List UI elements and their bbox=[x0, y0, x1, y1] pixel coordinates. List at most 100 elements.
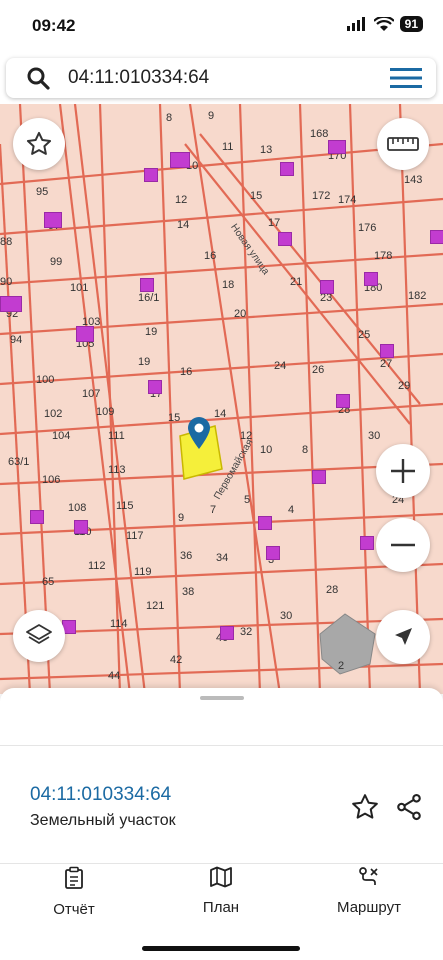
plot-label: 32 bbox=[240, 626, 253, 638]
plot-label: 178 bbox=[374, 250, 393, 262]
plot-label: 24 bbox=[274, 360, 287, 372]
plot-label: 100 bbox=[36, 374, 55, 386]
location-pin-icon[interactable] bbox=[186, 416, 212, 450]
ruler-button[interactable] bbox=[377, 118, 429, 170]
plot-label: 17 bbox=[268, 217, 281, 229]
plot-label: 15 bbox=[168, 412, 181, 424]
menu-icon[interactable] bbox=[390, 67, 422, 89]
plot-label: 4 bbox=[288, 504, 295, 516]
navigation-arrow-icon bbox=[395, 628, 412, 645]
plot-label: 174 bbox=[338, 194, 357, 206]
home-indicator[interactable] bbox=[142, 946, 300, 951]
search-icon[interactable] bbox=[26, 66, 50, 90]
nav-report-label: Отчёт bbox=[53, 901, 95, 918]
plot-label: 176 bbox=[358, 222, 377, 234]
building bbox=[140, 278, 154, 292]
share-icon[interactable] bbox=[394, 792, 424, 822]
nav-route[interactable]: Маршрут bbox=[309, 866, 429, 916]
building bbox=[76, 326, 94, 342]
building bbox=[336, 394, 350, 408]
plot-label: 13 bbox=[260, 144, 273, 156]
favorite-star-icon[interactable] bbox=[350, 792, 380, 822]
plot-label: 115 bbox=[116, 500, 134, 512]
plot-label: 16 bbox=[204, 250, 217, 262]
plot-label: 65 bbox=[42, 576, 55, 588]
nav-plan-label: План bbox=[202, 899, 240, 916]
ruler-icon bbox=[387, 137, 419, 151]
plot-label: 9 bbox=[178, 512, 185, 524]
parcel-type: Земельный участок bbox=[30, 812, 176, 829]
plot-label: 182 bbox=[408, 290, 427, 302]
search-bar[interactable]: 04:11:010334:64 bbox=[6, 58, 436, 98]
plot-label: 102 bbox=[44, 408, 63, 420]
plot-label: 38 bbox=[182, 586, 195, 598]
plot-label: 113 bbox=[108, 464, 126, 476]
building bbox=[266, 546, 280, 560]
building bbox=[328, 140, 346, 154]
plot-label: 101 bbox=[70, 282, 89, 294]
plot-label: 11 bbox=[222, 141, 234, 153]
search-input[interactable]: 04:11:010334:64 bbox=[68, 67, 209, 89]
plot-label: 25 bbox=[358, 329, 371, 341]
plot-label: 99 bbox=[50, 256, 63, 268]
cadastral-map[interactable]: Новая улица Первомайская 8 9 11 13 168 1… bbox=[0, 104, 443, 694]
plot-label: 26 bbox=[312, 364, 325, 376]
plot-label: 106 bbox=[42, 474, 61, 486]
status-time: 09:42 bbox=[32, 16, 76, 35]
plot-label: 121 bbox=[146, 600, 165, 612]
status-icons: 91 bbox=[346, 16, 423, 32]
plot-label: 42 bbox=[170, 654, 183, 666]
nav-plan[interactable]: План bbox=[161, 866, 281, 916]
plot-label: 7 bbox=[210, 504, 217, 516]
plot-label: 14 bbox=[214, 408, 227, 420]
zoom-out-button[interactable] bbox=[376, 518, 430, 572]
plus-icon bbox=[391, 459, 415, 483]
my-location-button[interactable] bbox=[376, 610, 430, 664]
plot-label: 14 bbox=[177, 219, 190, 231]
plot-label: 12 bbox=[175, 194, 188, 206]
plot-label: 34 bbox=[216, 552, 229, 564]
parcel-info-sheet[interactable]: 04:11:010334:64 Земельный участок Отчёт … bbox=[0, 688, 443, 960]
cadastral-number: 04:11:010334:64 bbox=[30, 784, 172, 805]
sheet-drag-handle[interactable] bbox=[200, 696, 244, 700]
building bbox=[258, 516, 272, 530]
plot-label: 21 bbox=[290, 276, 303, 288]
nav-report[interactable]: Отчёт bbox=[14, 866, 134, 918]
building bbox=[148, 380, 162, 394]
star-icon bbox=[26, 131, 52, 155]
minus-icon bbox=[391, 543, 415, 547]
plot-label: 143 bbox=[404, 174, 423, 186]
plot-label: 30 bbox=[280, 610, 293, 622]
plot-label: 19 bbox=[138, 356, 151, 368]
plot-label: 10 bbox=[260, 444, 273, 456]
plot-label: 29 bbox=[398, 380, 411, 392]
plot-label: 16 bbox=[180, 366, 193, 378]
plot-label: 117 bbox=[126, 530, 144, 542]
building bbox=[44, 212, 62, 228]
plot-label: 18 bbox=[222, 279, 235, 291]
plot-label: 104 bbox=[52, 430, 71, 442]
building bbox=[430, 230, 443, 244]
battery-indicator: 91 bbox=[399, 16, 423, 32]
clipboard-icon bbox=[65, 866, 83, 889]
plot-label: 108 bbox=[68, 502, 87, 514]
building bbox=[144, 168, 158, 182]
building bbox=[220, 626, 234, 640]
building bbox=[278, 232, 292, 246]
plot-label: 9 bbox=[208, 110, 215, 122]
divider bbox=[0, 863, 443, 864]
plot-label: 172 bbox=[312, 190, 331, 202]
favorite-map-button[interactable] bbox=[13, 118, 65, 170]
plot-label: 8 bbox=[302, 444, 309, 456]
zoom-in-button[interactable] bbox=[376, 444, 430, 498]
signal-icon bbox=[346, 17, 365, 31]
plot-label: 90 bbox=[0, 276, 13, 288]
plot-label: 95 bbox=[36, 186, 49, 198]
layers-button[interactable] bbox=[13, 610, 65, 662]
plot-label: 44 bbox=[108, 670, 121, 682]
plot-label: 19 bbox=[145, 326, 158, 338]
plot-label: 28 bbox=[326, 584, 339, 596]
plot-label: 119 bbox=[134, 566, 152, 578]
plot-label: 111 bbox=[108, 430, 125, 442]
plot-label: 114 bbox=[110, 618, 128, 630]
